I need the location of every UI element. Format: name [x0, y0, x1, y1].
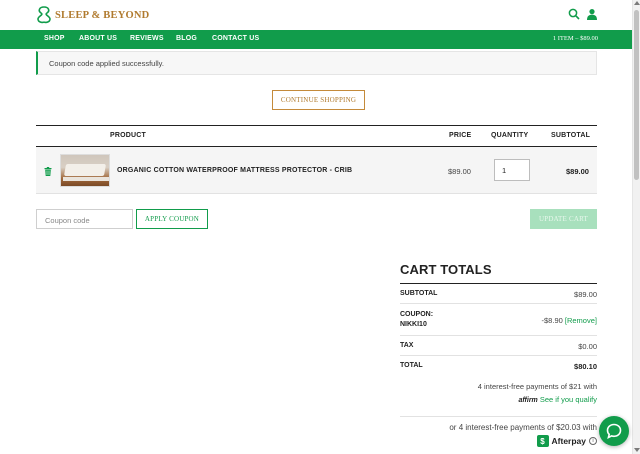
coupon-code-label: NIKKI10 — [400, 321, 427, 328]
afterpay-badge-icon: $ — [536, 435, 549, 447]
cart-totals: CART TOTALS SUBTOTAL $89.00 COUPON: NIKK… — [400, 262, 597, 376]
logo[interactable]: SLEEP & BEYOND — [36, 6, 149, 24]
afterpay-promo: or 4 interest-free payments of $20.03 wi… — [400, 416, 597, 447]
search-icon[interactable] — [568, 8, 580, 20]
product-price: $89.00 — [448, 167, 471, 176]
nav-reviews[interactable]: REVIEWS — [130, 35, 164, 42]
header-price: PRICE — [449, 132, 472, 139]
affirm-promo: 4 interest-free payments of $21 with aff… — [400, 382, 597, 404]
tax-label: TAX — [400, 342, 414, 349]
tax-value: $0.00 — [578, 342, 597, 351]
main-nav: SHOP ABOUT US REVIEWS BLOG CONTACT US 1 … — [0, 30, 632, 49]
cart-table: PRODUCT PRICE QUANTITY SUBTOTAL ORGANIC … — [36, 125, 597, 194]
nav-contact-us[interactable]: CONTACT US — [212, 35, 259, 42]
apply-coupon-button[interactable]: APPLY COUPON — [136, 209, 208, 229]
scroll-down-arrow-icon[interactable] — [634, 448, 640, 452]
afterpay-brand: Afterpay — [551, 436, 586, 446]
total-label: TOTAL — [400, 362, 423, 369]
affirm-text: 4 interest-free payments of $21 with — [477, 382, 597, 391]
logo-mark-icon — [37, 6, 51, 24]
table-row: ORGANIC COTTON WATERPROOF MATTRESS PROTE… — [36, 147, 597, 194]
scroll-up-arrow-icon[interactable] — [634, 1, 640, 5]
trash-icon[interactable] — [44, 167, 52, 176]
header-quantity: QUANTITY — [491, 132, 529, 139]
update-cart-button[interactable]: UPDATE CART — [530, 209, 597, 229]
totals-row-total: TOTAL $80.10 — [400, 356, 597, 376]
logo-text: SLEEP & BEYOND — [55, 9, 150, 21]
totals-row-tax: TAX $0.00 — [400, 336, 597, 356]
product-name[interactable]: ORGANIC COTTON WATERPROOF MATTRESS PROTE… — [117, 167, 352, 174]
info-icon[interactable]: i — [589, 437, 597, 445]
chat-button[interactable] — [599, 416, 629, 446]
totals-row-subtotal: SUBTOTAL $89.00 — [400, 284, 597, 304]
total-value: $80.10 — [574, 362, 597, 371]
nav-cart-summary[interactable]: 1 ITEM – $89.00 — [553, 35, 598, 42]
product-thumbnail[interactable] — [60, 154, 110, 187]
affirm-logo: affirm — [518, 397, 538, 404]
nav-blog[interactable]: BLOG — [176, 35, 197, 42]
page-scrollbar[interactable] — [632, 0, 640, 454]
chat-bubble-icon — [606, 423, 622, 439]
cart-table-header: PRODUCT PRICE QUANTITY SUBTOTAL — [36, 125, 597, 147]
coupon-discount-value: -$8.90 — [541, 316, 563, 325]
notice-message: Coupon code applied successfully. — [49, 59, 164, 68]
totals-row-coupon: COUPON: NIKKI10 -$8.90 [Remove] — [400, 304, 597, 336]
affirm-qualify-link[interactable]: See if you qualify — [540, 395, 597, 404]
header-product: PRODUCT — [110, 132, 147, 139]
success-notice: Coupon code applied successfully. — [36, 51, 597, 75]
nav-shop[interactable]: SHOP — [44, 35, 65, 42]
coupon-label: COUPON: — [400, 311, 434, 318]
afterpay-text: or 4 interest-free payments of $20.03 wi… — [449, 423, 597, 432]
continue-shopping-button[interactable]: CONTINUE SHOPPING — [272, 90, 365, 110]
quantity-input[interactable]: 1 — [494, 159, 530, 181]
cart-totals-title: CART TOTALS — [400, 262, 597, 284]
subtotal-label: SUBTOTAL — [400, 290, 438, 297]
coupon-code-input[interactable]: Coupon code — [36, 209, 133, 229]
subtotal-value: $89.00 — [574, 290, 597, 299]
nav-about-us[interactable]: ABOUT US — [79, 35, 117, 42]
header-subtotal: SUBTOTAL — [551, 132, 591, 139]
site-header: SLEEP & BEYOND — [0, 0, 640, 30]
product-subtotal: $89.00 — [566, 167, 589, 176]
user-icon[interactable] — [586, 8, 598, 20]
scroll-thumb[interactable] — [634, 10, 639, 180]
remove-coupon-link[interactable]: [Remove] — [565, 316, 597, 325]
